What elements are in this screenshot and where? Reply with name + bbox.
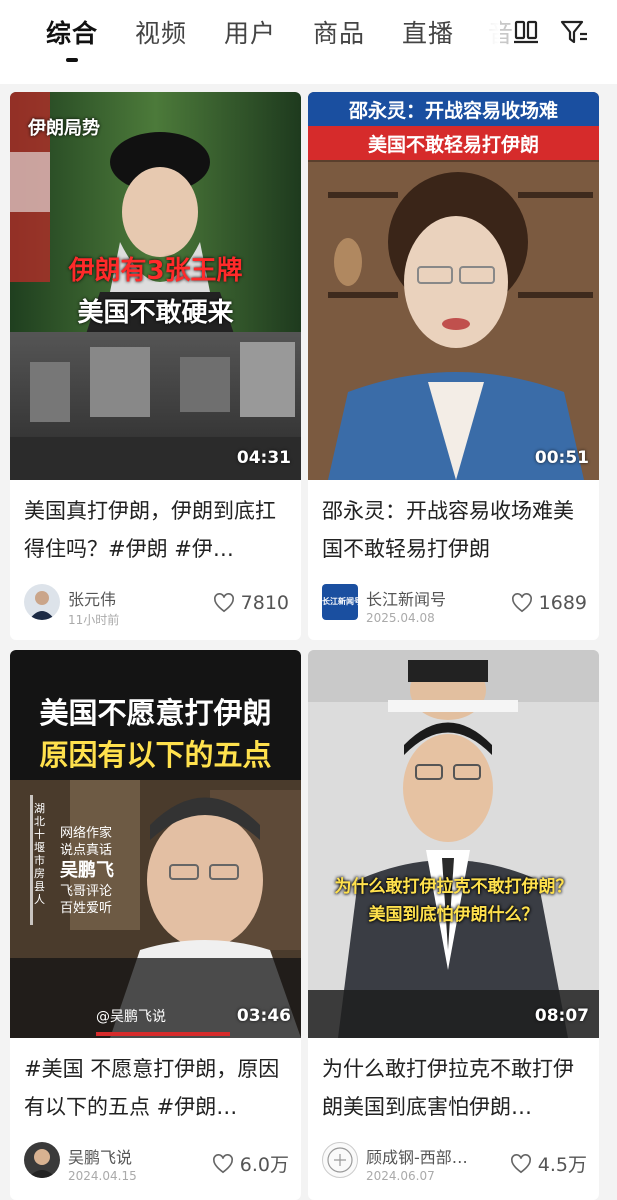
avatar-logo-text: 长江新闻号 <box>322 597 358 606</box>
video-thumbnail[interactable]: 伊朗局势 伊朗有3张王牌 美国不敢硬来 04:31 <box>10 92 301 480</box>
like-count-value: 4.5万 <box>537 1154 587 1176</box>
like-count[interactable]: 7810 <box>213 592 289 614</box>
video-duration: 08:07 <box>534 1006 589 1026</box>
video-card[interactable]: 伊朗局势 伊朗有3张王牌 美国不敢硬来 04:31 美国真打伊朗，伊朗到底扛得住… <box>10 92 301 640</box>
layout-toggle-icon[interactable] <box>510 16 542 48</box>
like-count[interactable]: 6.0万 <box>212 1150 289 1177</box>
post-date: 11小时前 <box>68 613 120 627</box>
thumbnail-tag: 伊朗局势 <box>28 118 100 139</box>
video-title[interactable]: 美国真打伊朗，伊朗到底扛得住吗？#伊朗 #伊… <box>24 492 289 568</box>
thumbnail-subheadline: 美国到底怕伊朗什么？ <box>368 905 539 925</box>
tab-products[interactable]: 商品 <box>313 14 365 50</box>
author-name[interactable]: 张元伟 <box>68 586 116 610</box>
tab-bar: 综合 视频 用户 商品 直播 音 <box>0 0 617 84</box>
thumbnail-headline: 伊朗有3张王牌 <box>68 256 243 286</box>
video-duration: 04:31 <box>236 448 291 468</box>
thumbnail-headline: 美国不愿意打伊朗 <box>39 696 272 730</box>
thumbnail-subheadline: 美国不敢硬来 <box>77 298 234 328</box>
thumbnail-headline: 邵永灵：开战容易收场难 <box>348 100 558 122</box>
thumbnail-headline: 为什么敢打伊拉克不敢打伊朗？ <box>334 877 573 897</box>
post-date: 2024.06.07 <box>366 1169 435 1183</box>
thumbnail-handle: @吴鹏飞说 <box>96 1009 166 1025</box>
tab-users[interactable]: 用户 <box>224 14 276 50</box>
like-count[interactable]: 1689 <box>511 592 587 614</box>
thumbnail-image <box>308 650 599 1038</box>
video-title[interactable]: 邵永灵：开战容易收场难美国不敢轻易打伊朗 <box>322 492 587 568</box>
thumbnail-progress-bar <box>96 1032 230 1036</box>
post-date: 2025.04.08 <box>366 611 435 625</box>
video-thumbnail[interactable]: 邵永灵：开战容易收场难 美国不敢轻易打伊朗 00:51 <box>308 92 599 480</box>
active-tab-indicator <box>66 58 78 62</box>
heart-icon <box>212 1153 233 1173</box>
video-thumbnail[interactable]: 美国不愿意打伊朗 原因有以下的五点 湖北十堰市房县人 网络作家 说点真话 吴鹏飞… <box>10 650 301 1038</box>
video-card[interactable]: 美国不愿意打伊朗 原因有以下的五点 湖北十堰市房县人 网络作家 说点真话 吴鹏飞… <box>10 650 301 1200</box>
like-count-value: 6.0万 <box>239 1154 289 1176</box>
heart-icon <box>510 1153 531 1173</box>
video-duration: 00:51 <box>534 448 589 468</box>
author-name[interactable]: 吴鹏飞说 <box>68 1144 132 1168</box>
video-thumbnail[interactable]: 为什么敢打伊拉克不敢打伊朗？ 美国到底怕伊朗什么？ 08:07 <box>308 650 599 1038</box>
thumbnail-side-text: 湖北十堰市房县人 <box>34 802 45 906</box>
tab-fade <box>455 0 500 84</box>
avatar[interactable]: 长江新闻号 <box>322 584 358 620</box>
heart-icon <box>511 593 532 613</box>
thumbnail-subheadline: 原因有以下的五点 <box>39 738 272 772</box>
video-duration: 03:46 <box>236 1006 291 1026</box>
filter-icon[interactable] <box>558 16 590 48</box>
avatar[interactable] <box>24 584 60 620</box>
heart-icon <box>213 593 234 613</box>
author-name[interactable]: 顾成钢-西部… <box>366 1144 468 1168</box>
video-card[interactable]: 为什么敢打伊拉克不敢打伊朗？ 美国到底怕伊朗什么？ 08:07 为什么敢打伊拉克… <box>308 650 599 1200</box>
video-title[interactable]: 为什么敢打伊拉克不敢打伊朗美国到底害怕伊朗… <box>322 1050 587 1126</box>
like-count[interactable]: 4.5万 <box>510 1150 587 1177</box>
author-name[interactable]: 长江新闻号 <box>366 586 446 610</box>
avatar[interactable] <box>24 1142 60 1178</box>
tab-video[interactable]: 视频 <box>135 14 187 50</box>
tab-comprehensive[interactable]: 综合 <box>46 14 98 50</box>
like-count-value: 1689 <box>538 592 587 614</box>
thumbnail-subheadline: 美国不敢轻易打伊朗 <box>367 134 539 156</box>
video-card[interactable]: 邵永灵：开战容易收场难 美国不敢轻易打伊朗 00:51 邵永灵：开战容易收场难美… <box>308 92 599 640</box>
post-date: 2024.04.15 <box>68 1169 137 1183</box>
video-title[interactable]: #美国 不愿意打伊朗，原因有以下的五点 #伊朗… <box>24 1050 289 1126</box>
tab-live[interactable]: 直播 <box>402 14 454 50</box>
thumbnail-info: 百姓爱听 <box>60 901 113 916</box>
thumbnail-name: 吴鹏飞 <box>60 860 114 881</box>
avatar[interactable] <box>322 1142 358 1178</box>
like-count-value: 7810 <box>240 592 289 614</box>
